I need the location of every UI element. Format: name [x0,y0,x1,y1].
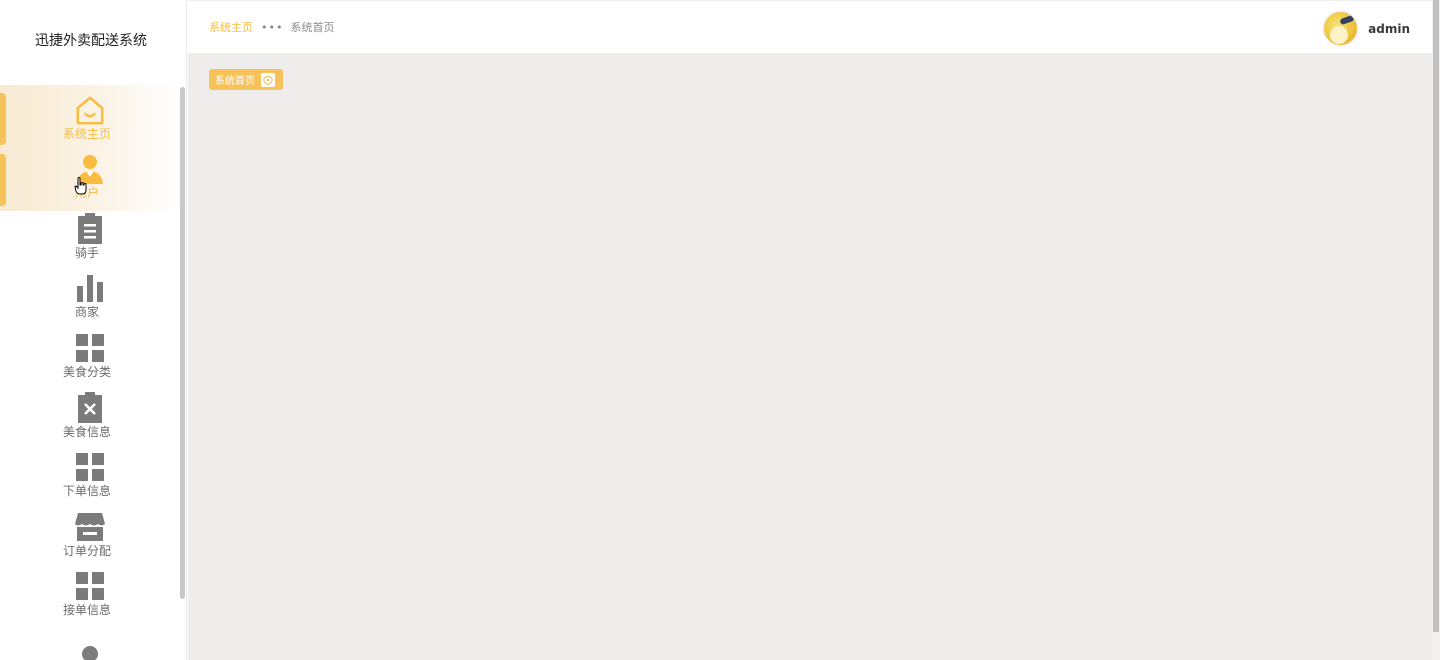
breadcrumb-home[interactable]: 系统主页 [209,19,253,35]
sidebar-item-label: 接单信息 [62,603,111,618]
username[interactable]: admin [1368,22,1410,36]
sidebar-item-label: 下单信息 [62,484,111,499]
grid-icon [74,332,106,364]
sidebar-menu: 系统主页 用户 骑手 商家 美食分类 美食信息 下单信息 订单分配 接单信息 [0,85,180,660]
main-content: 系统首页 [188,53,1432,660]
grid-icon [74,451,106,483]
person-icon [74,644,106,660]
sidebar-item-order-dispatch[interactable]: 订单分配 [0,502,180,562]
grid-icon [74,570,106,602]
home-shield-icon [261,72,275,87]
sidebar-item-orders[interactable]: 下单信息 [0,443,180,503]
sidebar-item-label: 骑手 [74,245,99,260]
breadcrumb-separator: ••• [261,20,284,34]
clipboard-x-icon [74,391,106,424]
sidebar-item-more[interactable] [0,621,180,660]
user-menu[interactable]: admin [1322,10,1410,47]
sidebar-scrollbar[interactable] [180,87,185,599]
sidebar-item-riders[interactable]: 骑手 [0,204,180,264]
avatar[interactable] [1322,10,1360,47]
hand-cursor-icon [74,177,88,199]
tab-label: 系统首页 [215,76,255,87]
tab-home[interactable]: 系统首页 [209,69,283,90]
sidebar-item-label: 美食分类 [62,364,111,379]
clipboard-icon [74,212,106,245]
breadcrumb: 系统主页 ••• 系统首页 [209,19,334,35]
sidebar-item-food-category[interactable]: 美食分类 [0,323,180,383]
sidebar-item-food-info[interactable]: 美食信息 [0,383,180,443]
sidebar-item-label: 系统主页 [62,126,111,141]
sidebar: 迅捷外卖配送系统 系统主页 用户 骑手 商家 美食分类 美食信息 下单信息 订单… [0,0,187,660]
bar-chart-icon [74,272,106,304]
sidebar-item-accepted-orders[interactable]: 接单信息 [0,562,180,622]
top-header: 系统主页 ••• 系统首页 admin [188,0,1432,53]
sidebar-item-users[interactable]: 用户 [0,145,180,205]
app-title: 迅捷外卖配送系统 [35,33,147,49]
sidebar-item-label: 订单分配 [62,543,111,558]
shop-icon [74,511,106,543]
scrollbar-thumb[interactable] [1433,0,1439,632]
breadcrumb-current: 系统首页 [290,21,335,34]
window-scrollbar[interactable] [1432,0,1440,660]
sidebar-item-home[interactable]: 系统主页 [0,85,180,145]
home-icon [74,94,106,126]
sidebar-item-merchants[interactable]: 商家 [0,264,180,324]
sidebar-item-label: 美食信息 [62,424,111,439]
sidebar-item-label: 商家 [74,305,99,320]
